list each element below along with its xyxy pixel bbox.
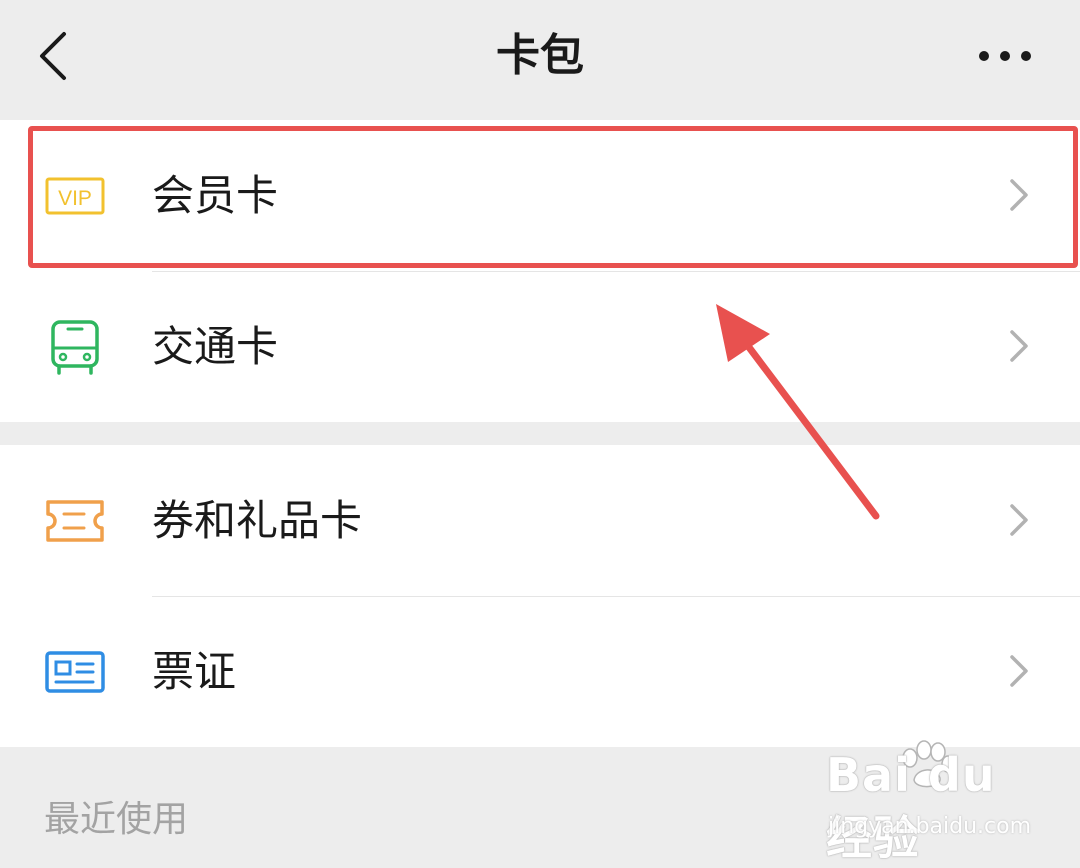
list-item-label: 会员卡: [152, 171, 279, 220]
recent-section-title: 最近使用: [44, 799, 189, 840]
card-group-primary: VIP 会员卡 交通卡: [0, 120, 1080, 422]
watermark: Bai du 经验 jingyan.baidu.com: [826, 740, 1031, 865]
list-item-label: 票证: [152, 647, 237, 696]
card-group-secondary: 券和礼品卡 票证: [0, 445, 1080, 747]
list-item-tickets-ids[interactable]: 票证: [0, 596, 1080, 747]
chevron-right-icon: [1010, 655, 1028, 687]
page-title: 卡包: [496, 30, 584, 81]
chevron-right-icon: [1010, 330, 1028, 362]
more-horizontal-icon: [979, 51, 1031, 61]
svg-text:VIP: VIP: [58, 187, 92, 210]
list-item-label: 交通卡: [152, 322, 279, 371]
chevron-right-icon: [1010, 179, 1028, 211]
id-card-icon: [45, 651, 105, 693]
back-button[interactable]: [30, 28, 80, 84]
chevron-left-icon: [40, 32, 66, 80]
list-item-transit-card[interactable]: 交通卡: [0, 271, 1080, 422]
watermark-brand: Bai du 经验: [826, 748, 996, 865]
chevron-right-icon: [1010, 504, 1028, 536]
list-item-coupons-gift-cards[interactable]: 券和礼品卡: [0, 445, 1080, 596]
list-item-label: 券和礼品卡: [152, 496, 363, 545]
more-button[interactable]: [970, 36, 1040, 76]
list-item-membership-card[interactable]: VIP 会员卡: [0, 120, 1080, 271]
vip-card-icon: VIP: [45, 177, 105, 215]
watermark-url: jingyan.baidu.com: [828, 814, 1032, 839]
coupon-icon: [46, 500, 104, 542]
bus-icon: [51, 320, 99, 375]
top-bar: 卡包: [0, 0, 1080, 118]
